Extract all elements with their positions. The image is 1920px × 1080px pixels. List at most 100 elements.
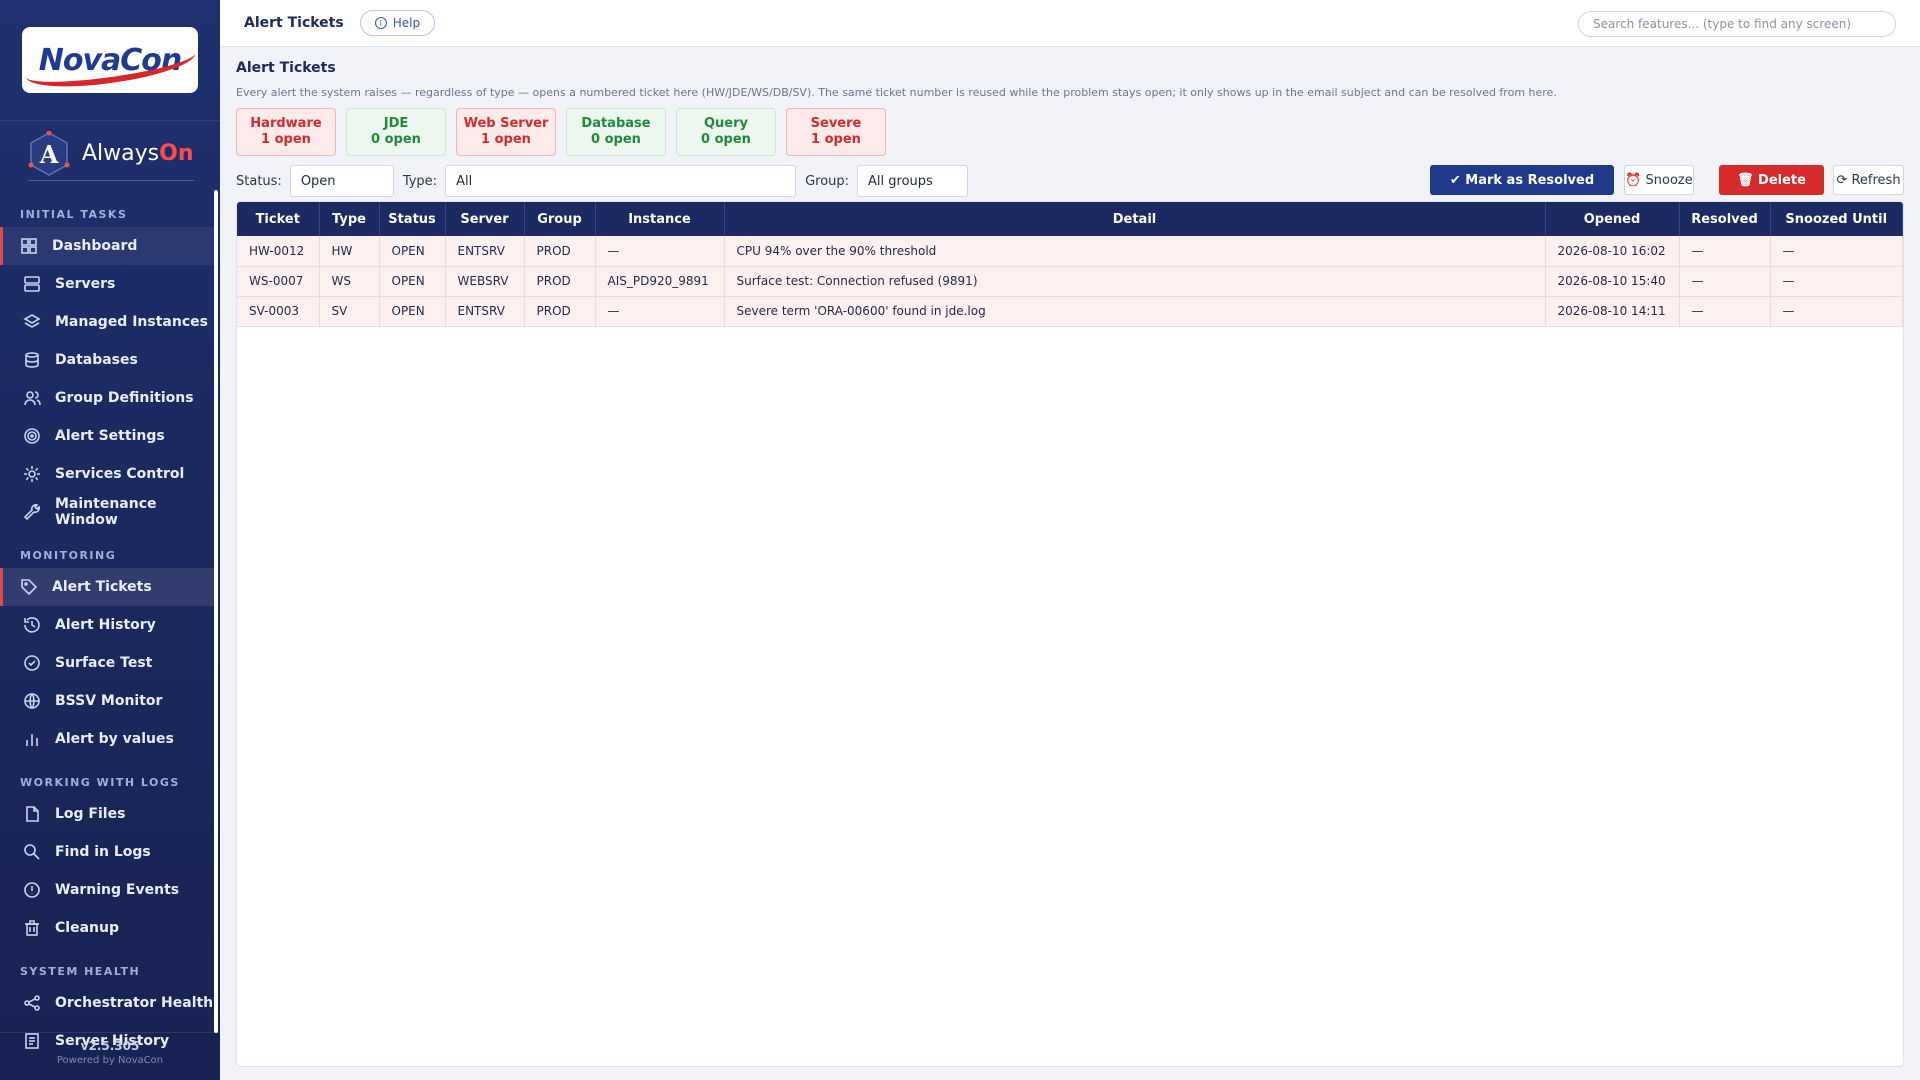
- sidebar-item-label: Orchestrator Health: [55, 995, 214, 1011]
- column-header[interactable]: Status: [379, 202, 446, 236]
- sidebar-item-label: Find in Logs: [55, 844, 151, 860]
- main-content: Alert Tickets Every alert the system rai…: [236, 60, 1904, 197]
- table-cell: ENTSRV: [445, 236, 525, 267]
- sidebar-item-cleanup[interactable]: Cleanup: [0, 909, 214, 947]
- card-web-server-count: 1 open: [481, 132, 531, 147]
- gear-icon: [23, 465, 41, 483]
- table-cell: WEBSRV: [445, 266, 525, 297]
- sidebar-item-databases[interactable]: Databases: [0, 341, 214, 379]
- card-hardware[interactable]: Hardware 1 open: [236, 108, 336, 156]
- sidebar-scrollbar[interactable]: [214, 190, 218, 1033]
- logo-text: NovaCon: [23, 34, 197, 95]
- table-row[interactable]: WS-0007 WS OPEN WEBSRV PROD AIS_PD920_9891 Sur…: [237, 266, 1903, 297]
- sidebar: NovaCon A AlwaysOn INITIAL TASKS Dashboar…: [0, 0, 220, 1080]
- table-cell: OPEN: [379, 266, 446, 297]
- sidebar-item-label: Group Definitions: [55, 390, 194, 406]
- column-header[interactable]: Server: [445, 202, 525, 236]
- sidebar-item-label: Databases: [55, 352, 138, 368]
- column-header[interactable]: Snoozed Until: [1770, 202, 1903, 236]
- group-filter-select[interactable]: All groups: [857, 165, 969, 197]
- refresh-button[interactable]: ⟳ Refresh: [1833, 165, 1904, 195]
- server-icon: [23, 275, 41, 293]
- topbar-title: Alert Tickets: [244, 15, 344, 31]
- table-cell: CPU 94% over the 90% threshold: [724, 236, 1546, 267]
- sidebar-item-find-in-logs[interactable]: Find in Logs: [0, 833, 214, 871]
- alert-circle-icon: [23, 881, 41, 899]
- wrench-icon: [23, 503, 41, 521]
- sidebar-item-warning-events[interactable]: Warning Events: [0, 871, 214, 909]
- table-cell: —: [1770, 296, 1903, 327]
- table-cell: —: [1679, 296, 1771, 327]
- sidebar-item-alert-settings[interactable]: Alert Settings: [0, 417, 214, 455]
- table-cell: HW-0012: [237, 236, 320, 267]
- feature-search-input[interactable]: Search features... (type to find any scr…: [1578, 11, 1896, 37]
- delete-button[interactable]: 🗑 Delete: [1719, 165, 1824, 195]
- tickets-table: Ticket Type Status Server Group Instance Detai…: [237, 202, 1903, 327]
- help-button[interactable]: i Help: [359, 10, 436, 36]
- table-cell: PROD: [524, 236, 596, 267]
- sidebar-item-label: Alert Settings: [55, 428, 165, 444]
- mark-resolved-button[interactable]: ✔ Mark as Resolved: [1430, 165, 1614, 195]
- table-row[interactable]: HW-0012 HW OPEN ENTSRV PROD — CPU 94% over the…: [237, 236, 1903, 267]
- column-header[interactable]: Type: [319, 202, 380, 236]
- table-cell: 2026-08-10 14:11: [1545, 296, 1680, 327]
- table-row[interactable]: SV-0003 SV OPEN ENTSRV PROD — Severe term 'ORA…: [237, 296, 1903, 327]
- snooze-button[interactable]: ⏰ Snooze: [1624, 165, 1694, 195]
- sidebar-item-alert-history[interactable]: Alert History: [0, 606, 214, 644]
- company-logo[interactable]: NovaCon: [22, 27, 198, 95]
- sidebar-item-label: Warning Events: [55, 882, 180, 898]
- sidebar-item-label: Surface Test: [55, 655, 153, 671]
- sidebar-item-dashboard[interactable]: Dashboard: [0, 227, 214, 265]
- card-severe[interactable]: Severe 1 open: [786, 108, 886, 156]
- table-cell: —: [595, 296, 725, 327]
- table-cell: PROD: [524, 266, 596, 297]
- sidebar-item-label: Alert History: [55, 617, 156, 633]
- tickets-table-container: Ticket Type Status Server Group Instance Detai…: [236, 201, 1904, 1067]
- sidebar-item-alert-tickets[interactable]: Alert Tickets: [0, 568, 214, 606]
- card-hardware-count: 1 open: [261, 132, 311, 147]
- card-query[interactable]: Query 0 open: [676, 108, 776, 156]
- card-jde-count: 0 open: [371, 132, 421, 147]
- sidebar-item-servers[interactable]: Servers: [0, 265, 214, 303]
- table-cell: AIS_PD920_9891: [595, 266, 725, 297]
- table-cell: —: [1679, 266, 1771, 297]
- column-header[interactable]: Group: [524, 202, 596, 236]
- column-header[interactable]: Detail: [724, 202, 1546, 236]
- sidebar-item-maintenance-window[interactable]: Maintenance Window: [0, 493, 214, 531]
- column-header[interactable]: Resolved: [1679, 202, 1771, 236]
- card-database-name: Database: [581, 116, 651, 131]
- topbar: Alert Tickets i Help Search features... …: [220, 0, 1920, 47]
- sidebar-item-log-files[interactable]: Log Files: [0, 795, 214, 833]
- sidebar-item-services-control[interactable]: Services Control: [0, 455, 214, 493]
- sidebar-item-alert-by-values[interactable]: Alert by values: [0, 720, 214, 758]
- trash-icon: [23, 919, 41, 937]
- table-cell: —: [1679, 236, 1771, 267]
- sidebar-item-label: Servers: [55, 276, 116, 292]
- search-file-icon: [23, 843, 41, 861]
- card-database-count: 0 open: [591, 132, 641, 147]
- page-description: Every alert the system raises — regardle…: [236, 86, 1557, 99]
- table-cell: PROD: [524, 296, 596, 327]
- powered-by-label: Powered by NovaCon: [56, 1055, 164, 1066]
- column-header[interactable]: Opened: [1545, 202, 1680, 236]
- sidebar-item-bssv-monitor[interactable]: BSSV Monitor: [0, 682, 214, 720]
- version-label: v2.5.305: [80, 1039, 140, 1053]
- card-web-server[interactable]: Web Server 1 open: [456, 108, 556, 156]
- sidebar-item-orchestrator-health[interactable]: Orchestrator Health: [0, 984, 214, 1022]
- status-filter-select[interactable]: Open: [289, 165, 394, 197]
- table-cell: 2026-08-10 15:40: [1545, 266, 1680, 297]
- card-database[interactable]: Database 0 open: [566, 108, 666, 156]
- type-filter-select[interactable]: All: [445, 165, 797, 197]
- sidebar-item-label: Services Control: [55, 466, 185, 482]
- table-cell: Surface test: Connection refused (9891): [724, 266, 1546, 297]
- column-header[interactable]: Instance: [595, 202, 725, 236]
- table-cell: —: [595, 236, 725, 267]
- column-header[interactable]: Ticket: [237, 202, 320, 236]
- table-cell: —: [1770, 236, 1903, 267]
- sidebar-item-group-definitions[interactable]: Group Definitions: [0, 379, 214, 417]
- layers-icon: [23, 313, 41, 331]
- table-cell: —: [1770, 266, 1903, 297]
- sidebar-item-managed-instances[interactable]: Managed Instances: [0, 303, 214, 341]
- sidebar-item-surface-test[interactable]: Surface Test: [0, 644, 214, 682]
- card-jde[interactable]: JDE 0 open: [346, 108, 446, 156]
